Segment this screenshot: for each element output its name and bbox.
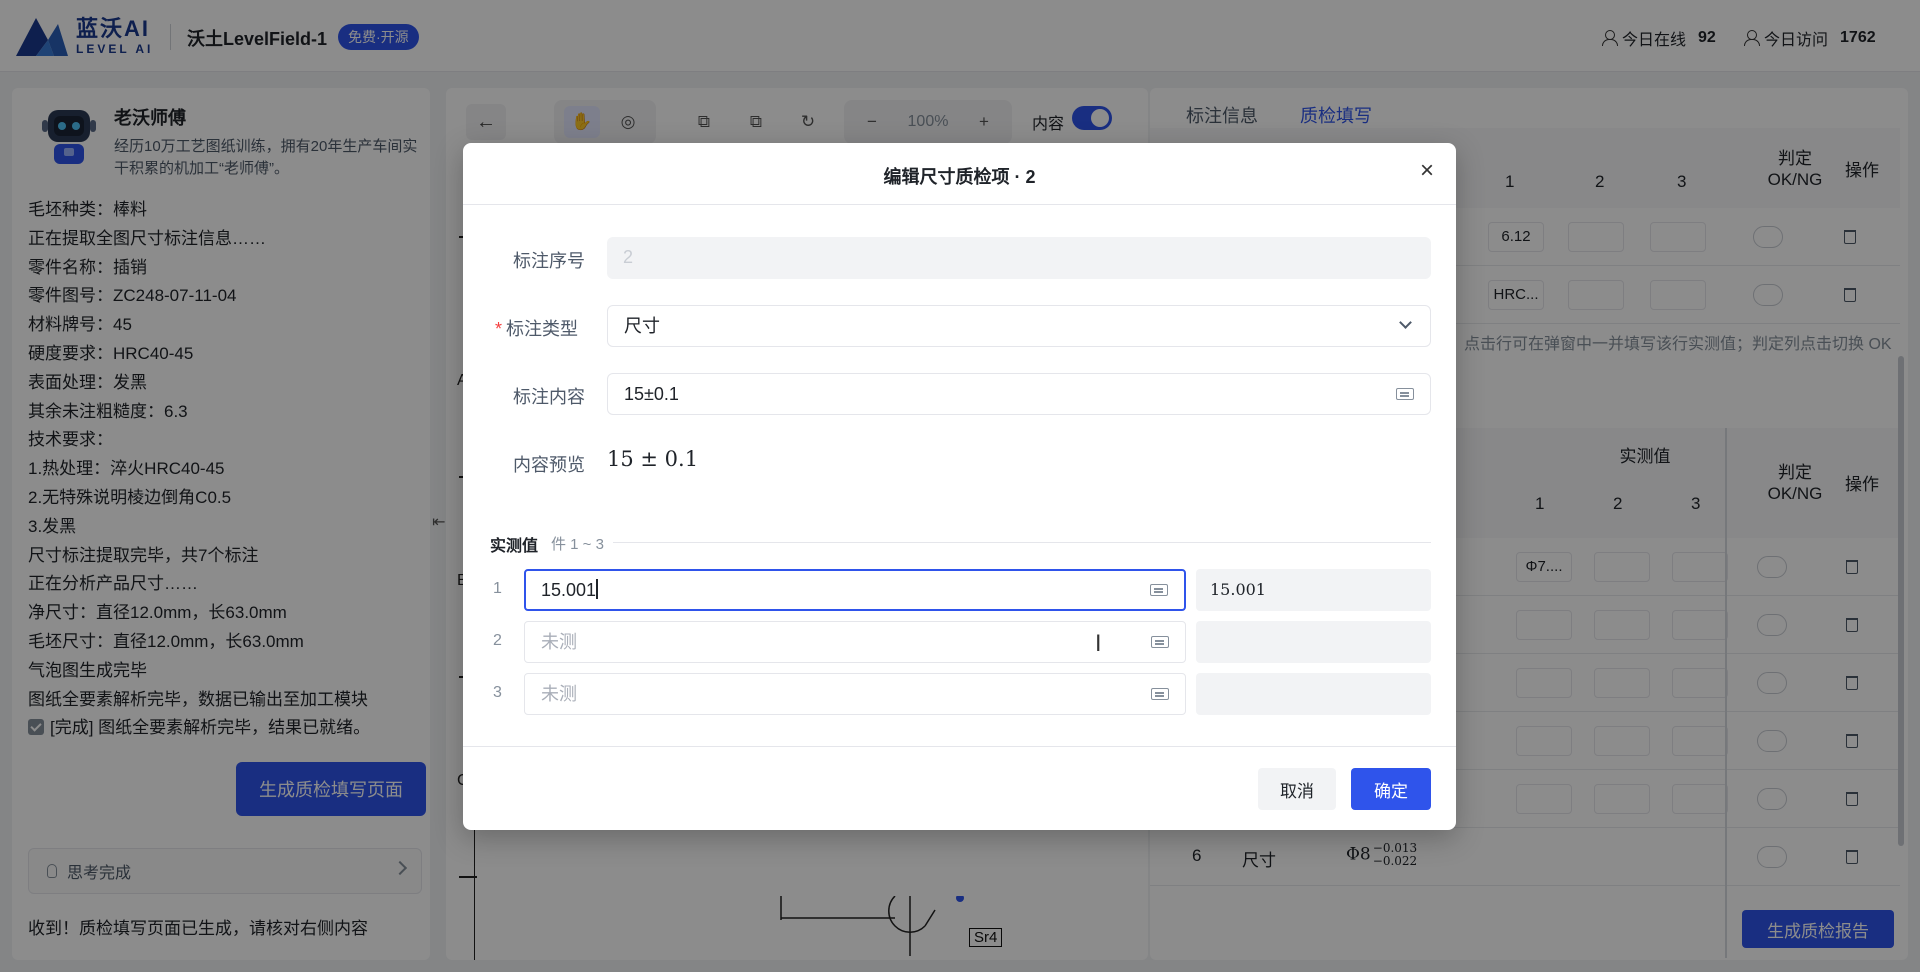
measure-preview-2 <box>1196 621 1431 663</box>
section-divider <box>613 542 1431 543</box>
measure-input-value: 15.001 <box>541 580 597 600</box>
keyboard-icon[interactable] <box>1150 584 1168 596</box>
content-preview: 15 ± 0.1 <box>607 447 699 471</box>
seq-field: 2 <box>607 237 1431 279</box>
type-label: * 标注类型 <box>495 315 578 341</box>
measure-index: 1 <box>493 580 502 597</box>
content-label: 标注内容 <box>513 387 585 407</box>
measure-input-3[interactable]: 未测 <box>524 673 1186 715</box>
content-input-value: 15±0.1 <box>624 384 679 404</box>
preview-label: 内容预览 <box>513 455 585 475</box>
dialog-header: 编辑尺寸质检项 · 2 × <box>463 143 1456 205</box>
measure-index: 2 <box>493 632 502 649</box>
measure-index: 3 <box>493 684 502 701</box>
type-select[interactable]: 尺寸 <box>607 305 1431 347</box>
close-icon[interactable]: × <box>1420 159 1434 183</box>
i-beam-cursor-icon: I <box>1095 632 1102 657</box>
seq-label: 标注序号 <box>513 251 585 271</box>
measure-input-2[interactable]: 未测 <box>524 621 1186 663</box>
type-select-value: 尺寸 <box>624 316 660 336</box>
measure-preview-1: 15.001 <box>1196 569 1431 611</box>
measure-preview-3 <box>1196 673 1431 715</box>
keyboard-icon[interactable] <box>1151 688 1169 700</box>
content-input[interactable]: 15±0.1 <box>607 373 1431 415</box>
chevron-down-icon <box>1399 316 1412 329</box>
keyboard-icon[interactable] <box>1396 388 1414 400</box>
measure-input-placeholder: 未测 <box>541 684 577 704</box>
confirm-button[interactable]: 确定 <box>1351 768 1431 810</box>
text-caret <box>596 579 598 599</box>
required-mark: * <box>495 319 503 339</box>
keyboard-icon[interactable] <box>1151 636 1169 648</box>
type-label-text: 标注类型 <box>506 319 579 339</box>
cancel-button[interactable]: 取消 <box>1258 768 1336 810</box>
measure-input-1[interactable]: 15.001 <box>524 569 1186 611</box>
measured-section-title: 实测值 <box>490 538 539 555</box>
measured-section-subtitle: 件 1 ~ 3 <box>551 536 604 553</box>
edit-dimension-dialog: 编辑尺寸质检项 · 2 × 标注序号 2 * 标注类型 尺寸 标注内容 15±0.… <box>463 143 1456 830</box>
measure-input-placeholder: 未测 <box>541 632 577 652</box>
dialog-title: 编辑尺寸质检项 · 2 <box>883 167 1036 187</box>
dialog-footer-divider <box>463 746 1456 747</box>
